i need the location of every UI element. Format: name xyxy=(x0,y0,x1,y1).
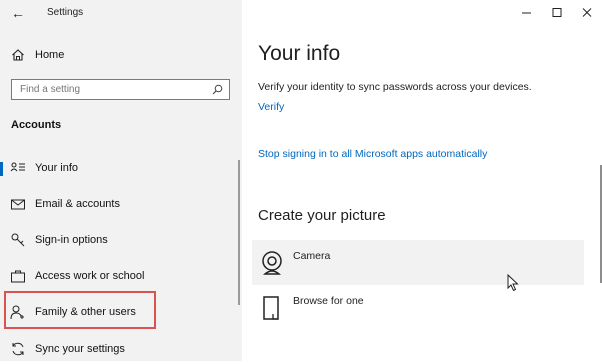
create-picture-heading: Create your picture xyxy=(258,207,386,224)
title-bar: ← Settings xyxy=(0,0,242,26)
search-placeholder: Find a setting xyxy=(20,84,81,95)
sidebar-item-label: Sync your settings xyxy=(35,343,125,355)
section-title: Accounts xyxy=(11,119,62,131)
sidebar-item-label: Sign-in options xyxy=(35,234,108,246)
main-content: Your info Verify your identity to sync p… xyxy=(242,0,602,361)
browse-file-icon xyxy=(263,296,279,320)
sidebar-item-label: Email & accounts xyxy=(35,198,120,210)
home-label: Home xyxy=(35,49,65,61)
search-icon xyxy=(212,84,223,95)
briefcase-icon xyxy=(11,270,25,283)
browse-label: Browse for one xyxy=(293,295,364,307)
sidebar-item-access-work-school[interactable]: Access work or school xyxy=(0,261,242,291)
window-controls xyxy=(512,0,602,26)
highlight-annotation xyxy=(4,291,156,329)
close-icon xyxy=(582,8,592,17)
camera-icon xyxy=(262,251,282,275)
key-icon xyxy=(11,233,25,247)
verify-description: Verify your identity to sync passwords a… xyxy=(258,81,532,93)
browse-option[interactable]: Browse for one xyxy=(252,285,584,330)
sidebar: ← Settings Home Find a setting Accounts … xyxy=(0,0,242,361)
sidebar-item-email-accounts[interactable]: Email & accounts xyxy=(0,189,242,219)
camera-label: Camera xyxy=(293,250,331,262)
sidebar-scrollbar[interactable] xyxy=(238,160,240,305)
sidebar-item-label: Your info xyxy=(35,162,79,174)
mail-icon xyxy=(11,199,25,210)
mouse-cursor-icon xyxy=(507,274,519,292)
search-input[interactable]: Find a setting xyxy=(11,79,230,100)
sidebar-item-sign-in-options[interactable]: Sign-in options xyxy=(0,225,242,255)
active-indicator xyxy=(0,162,3,176)
app-title: Settings xyxy=(47,7,84,18)
home-nav[interactable]: Home xyxy=(11,47,64,63)
sidebar-item-sync-settings[interactable]: Sync your settings xyxy=(0,334,242,364)
minimize-icon xyxy=(522,12,531,14)
camera-option[interactable]: Camera xyxy=(252,240,584,285)
sync-icon xyxy=(12,342,24,356)
minimize-button[interactable] xyxy=(512,0,542,26)
sidebar-item-label: Access work or school xyxy=(35,270,145,282)
verify-link[interactable]: Verify xyxy=(258,101,284,113)
home-icon xyxy=(12,49,24,61)
contact-card-icon xyxy=(10,162,25,172)
back-arrow-icon[interactable]: ← xyxy=(11,5,25,21)
maximize-icon xyxy=(552,8,562,17)
close-button[interactable] xyxy=(572,0,602,26)
page-title: Your info xyxy=(258,42,341,65)
stop-signing-in-link[interactable]: Stop signing in to all Microsoft apps au… xyxy=(258,148,487,160)
sidebar-item-your-info[interactable]: Your info xyxy=(0,153,242,183)
maximize-button[interactable] xyxy=(542,0,572,26)
